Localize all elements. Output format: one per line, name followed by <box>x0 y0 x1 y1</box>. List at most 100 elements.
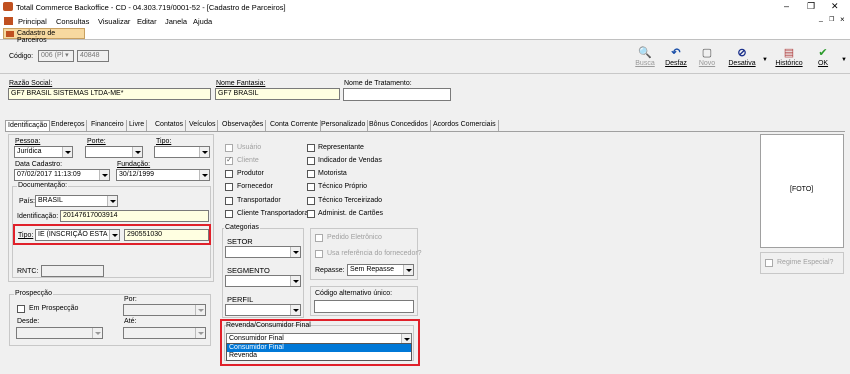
desfaz-label: Desfaz <box>665 60 687 67</box>
mdi-close-button[interactable]: × <box>840 15 845 24</box>
chevron-down-icon <box>107 196 117 206</box>
representante-checkbox[interactable] <box>307 144 315 152</box>
undo-icon: ↶ <box>671 47 681 59</box>
menu-visualizar[interactable]: Visualizar <box>98 17 130 26</box>
historico-button[interactable]: ▤ Histórico <box>772 46 806 72</box>
por-select <box>123 304 206 316</box>
desde-label: Desde: <box>17 318 40 325</box>
perfil-label: PERFIL <box>227 295 254 304</box>
usuario-checkbox <box>225 144 233 152</box>
porte-select[interactable] <box>85 146 143 158</box>
tab-personalizado[interactable]: Personalizado <box>319 120 369 131</box>
tab-observacoes[interactable]: Observações <box>220 120 267 131</box>
menu-principal[interactable]: Principal <box>18 17 47 26</box>
segmento-select[interactable] <box>225 275 301 287</box>
tab-veiculos[interactable]: Veículos <box>187 120 219 131</box>
title-bar: Totall Commerce Backoffice - CD - 04.303… <box>0 0 850 15</box>
tab-contatos[interactable]: Contatos <box>153 120 187 131</box>
produtor-checkbox[interactable] <box>225 170 233 178</box>
data-cadastro-value: 07/02/2017 11:13:09 <box>17 171 81 178</box>
app-icon <box>3 2 13 11</box>
usa-referencia-label: Usa referência do fornecedor? <box>327 250 422 257</box>
tipo-select[interactable] <box>154 146 210 158</box>
document-tab-bar: Cadastro de Parceiros <box>0 27 850 44</box>
chevron-down-icon <box>92 328 102 338</box>
fundacao-picker[interactable]: 30/12/1999 <box>116 169 210 181</box>
disable-icon: ⊘ <box>737 47 747 59</box>
chevron-down-icon <box>199 147 209 157</box>
codigo-label: Código: <box>9 53 34 60</box>
menu-janela[interactable]: Janela <box>165 17 187 26</box>
busca-label: Busca <box>635 60 655 67</box>
doc-tipo-highlight <box>13 224 211 245</box>
novo-label: Novo <box>698 60 716 67</box>
mdi-minimize-button[interactable]: _ <box>819 15 823 22</box>
usuario-label: Usuário <box>237 144 262 151</box>
indicador-vendas-checkbox[interactable] <box>307 157 315 165</box>
tab-bonus-concedidos[interactable]: Bônus Concedidos <box>367 120 431 131</box>
setor-select[interactable] <box>225 246 301 258</box>
tab-icon <box>6 31 14 37</box>
tab-conta-corrente[interactable]: Conta Corrente <box>268 120 321 131</box>
transportador-checkbox[interactable] <box>225 197 233 205</box>
codigo-alternativo-input[interactable] <box>314 300 414 313</box>
repasse-select[interactable]: Sem Repasse <box>347 264 414 276</box>
tab-identificacao[interactable]: Identificação <box>5 120 51 131</box>
motorista-checkbox[interactable] <box>307 170 315 178</box>
toolbar-divider <box>0 73 850 74</box>
minimize-button[interactable]: – <box>784 1 789 11</box>
history-icon: ▤ <box>783 47 795 59</box>
representante-label: Representante <box>318 144 364 151</box>
mdi-restore-button[interactable]: ❐ <box>829 16 834 23</box>
nome-tratamento-label: Nome de Tratamento: <box>344 80 412 87</box>
rntc-input <box>41 265 104 277</box>
fundacao-label: Fundação: <box>117 161 151 168</box>
administ-cartoes-checkbox[interactable] <box>307 210 315 218</box>
regime-especial-label: Regime Especial? <box>777 259 834 266</box>
nome-tratamento-input[interactable] <box>343 88 451 101</box>
desativa-button[interactable]: ⊘ Desativa <box>725 46 759 72</box>
maximize-button[interactable]: ❐ <box>807 1 815 12</box>
pais-value: BRASIL <box>38 197 63 204</box>
tab-financeiro[interactable]: Financeiro <box>89 120 127 131</box>
cliente-transportadora-checkbox[interactable] <box>225 210 233 218</box>
ok-check-icon: ✔ <box>818 47 828 59</box>
tab-acordos-comerciais[interactable]: Acordos Comerciais <box>431 120 499 131</box>
revenda-highlight <box>220 319 420 366</box>
cliente-checkbox <box>225 155 233 165</box>
desfaz-button[interactable]: ↶ Desfaz <box>661 46 691 72</box>
tecnico-proprio-checkbox[interactable] <box>307 183 315 191</box>
desativa-dropdown-icon[interactable]: ▼ <box>762 57 768 63</box>
fornecedor-checkbox[interactable] <box>225 183 233 191</box>
identificacao-input[interactable]: 20147617003914 <box>60 210 209 222</box>
codigo-alternativo-label: Código alternativo único: <box>315 290 393 297</box>
ok-button[interactable]: ✔ OK <box>808 46 838 72</box>
repasse-value: Sem Repasse <box>350 266 394 273</box>
tabs-row <box>5 131 845 132</box>
usa-referencia-checkbox <box>315 250 323 258</box>
codigo-combo[interactable]: 006 (Pl ▾ <box>38 50 74 62</box>
historico-label: Histórico <box>775 60 803 67</box>
close-button[interactable]: ✕ <box>831 1 839 12</box>
tab-livre[interactable]: Livre <box>127 120 148 131</box>
pais-select[interactable]: BRASIL <box>35 195 118 207</box>
data-cadastro-picker[interactable]: 07/02/2017 11:13:09 <box>14 169 110 181</box>
tecnico-proprio-label: Técnico Próprio <box>318 183 368 190</box>
tecnico-terceirizado-checkbox[interactable] <box>307 197 315 205</box>
nome-fantasia-input[interactable]: GF7 BRASIL <box>215 88 340 100</box>
em-prospeccao-checkbox[interactable] <box>17 305 25 313</box>
tab-enderecos[interactable]: Endereços <box>49 120 88 131</box>
perfil-select[interactable] <box>225 304 301 316</box>
data-cadastro-label: Data Cadastro: <box>15 161 63 168</box>
menu-editar[interactable]: Editar <box>137 17 157 26</box>
fundacao-value: 30/12/1999 <box>119 171 155 178</box>
menu-consultas[interactable]: Consultas <box>56 17 89 26</box>
razao-social-input[interactable]: GF7 BRASIL SISTEMAS LTDA-ME* <box>8 88 211 100</box>
menu-ajuda[interactable]: Ajuda <box>193 17 212 26</box>
tipo-label: Tipo: <box>156 138 172 145</box>
repasse-label: Repasse: <box>315 267 345 274</box>
tab-cadastro-parceiros[interactable]: Cadastro de Parceiros <box>3 28 85 44</box>
pessoa-select[interactable]: Jurídica <box>14 146 73 158</box>
toolbar-more-icon[interactable]: ▼ <box>841 57 847 63</box>
chevron-down-icon <box>195 328 205 338</box>
